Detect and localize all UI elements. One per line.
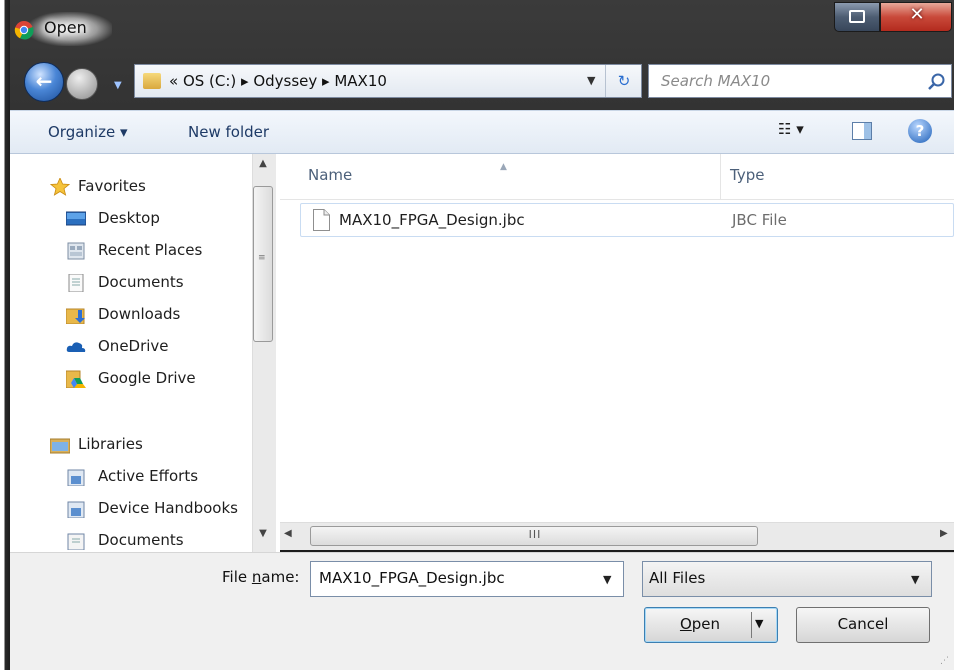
scrollbar-grip-icon: ≡ <box>258 253 266 263</box>
cloud-icon <box>66 338 86 356</box>
nav-item-label: Active Efforts <box>98 467 199 485</box>
recent-locations-dropdown[interactable]: ▼ <box>114 80 122 91</box>
back-button[interactable]: ← <box>24 62 64 102</box>
file-name-label: File name: <box>222 568 299 586</box>
command-bar: Organize ▾ New folder ☷ ▾ ? <box>10 110 954 154</box>
file-name-field[interactable]: MAX10_FPGA_Design.jbc ▼ <box>310 561 624 597</box>
scroll-up-arrow[interactable]: ▲ <box>253 158 273 178</box>
open-options-arrow[interactable]: ▼ <box>755 617 763 630</box>
file-name-label-text: File name: <box>222 568 300 586</box>
nav-item-documents[interactable]: Documents <box>10 268 250 298</box>
nav-item-label: Downloads <box>98 305 181 323</box>
nav-item-label: Google Drive <box>98 369 196 387</box>
file-icon <box>313 209 330 231</box>
nav-item-label: Device Handbooks <box>98 499 238 517</box>
help-icon[interactable]: ? <box>908 119 932 143</box>
file-type-filter[interactable]: All Files ▼ <box>642 561 932 597</box>
recent-places-icon <box>66 242 86 260</box>
address-dropdown-arrow[interactable]: ▼ <box>587 74 595 87</box>
close-button[interactable]: ✕ <box>880 2 952 32</box>
file-type: JBC File <box>732 211 787 229</box>
nav-item-downloads[interactable]: Downloads <box>10 300 250 330</box>
file-name-value[interactable]: MAX10_FPGA_Design.jbc <box>319 569 505 587</box>
navigation-pane: Favorites Desktop Recent Places Document… <box>10 154 280 554</box>
cancel-button[interactable]: Cancel <box>796 607 930 643</box>
search-icon[interactable] <box>925 71 947 93</box>
file-row[interactable]: MAX10_FPGA_Design.jbc JBC File <box>300 203 954 237</box>
desktop-icon <box>65 210 87 228</box>
organize-button[interactable]: Organize ▾ <box>48 123 128 141</box>
column-header: Name ▲ Type <box>280 154 954 200</box>
nav-item-google-drive[interactable]: Google Drive <box>10 364 250 394</box>
open-button[interactable]: Open ▼ <box>644 607 778 643</box>
file-name: MAX10_FPGA_Design.jbc <box>339 211 525 229</box>
google-drive-icon <box>65 370 86 389</box>
scrollbar-thumb[interactable] <box>253 186 273 342</box>
nav-item-recent-places[interactable]: Recent Places <box>10 236 250 266</box>
documents-icon <box>66 273 86 293</box>
views-button[interactable]: ☷ ▾ <box>778 120 804 138</box>
star-icon <box>49 176 71 196</box>
nav-item-label: Favorites <box>78 177 146 195</box>
nav-item-label: Libraries <box>78 435 143 453</box>
nav-item-label: OneDrive <box>98 337 169 355</box>
nav-item-label: Recent Places <box>98 241 203 259</box>
file-name-dropdown-arrow[interactable]: ▼ <box>603 573 611 586</box>
filter-dropdown-arrow[interactable]: ▼ <box>911 573 919 586</box>
address-bar[interactable]: « OS (C:) ▸ Odyssey ▸ MAX10 ▼ ↻ <box>134 64 642 98</box>
new-folder-button[interactable]: New folder <box>188 123 269 141</box>
column-name-header[interactable]: Name <box>308 166 352 184</box>
sort-arrow-icon: ▲ <box>500 162 507 172</box>
back-arrow-icon: ← <box>35 69 53 93</box>
restore-button[interactable] <box>834 2 880 32</box>
library-documents-icon <box>66 532 86 551</box>
horizontal-scrollbar[interactable]: ◀ III ▶ <box>280 522 954 550</box>
search-input[interactable]: Search MAX10 <box>661 72 770 90</box>
nav-item-favorites[interactable]: Favorites <box>10 172 250 202</box>
library-icon <box>66 468 86 487</box>
library-icon <box>66 500 86 519</box>
window-title: Open <box>44 18 87 37</box>
split-button-divider <box>751 612 752 638</box>
libraries-icon <box>49 436 71 454</box>
refresh-icon[interactable]: ↻ <box>605 65 642 97</box>
resize-grip-icon[interactable]: ⋰ <box>940 656 949 666</box>
window-edge <box>0 0 10 670</box>
scroll-left-arrow[interactable]: ◀ <box>284 528 292 539</box>
close-icon: ✕ <box>909 4 925 25</box>
column-type-header[interactable]: Type <box>730 166 764 184</box>
chrome-icon <box>14 20 34 40</box>
nav-item-label: Documents <box>98 531 184 549</box>
nav-item-label: Desktop <box>98 209 160 227</box>
nav-item-desktop[interactable]: Desktop <box>10 204 250 234</box>
open-button-label: Open <box>679 615 721 633</box>
scroll-right-arrow[interactable]: ▶ <box>940 528 948 539</box>
nav-item-active-efforts[interactable]: Active Efforts <box>10 462 250 492</box>
search-box[interactable]: Search MAX10 <box>648 64 952 98</box>
nav-item-library-documents[interactable]: Documents <box>10 526 250 554</box>
file-type-filter-value: All Files <box>649 569 706 587</box>
nav-item-label: Documents <box>98 273 184 291</box>
scrollbar-grip-icon: III <box>528 528 542 541</box>
nav-item-device-handbooks[interactable]: Device Handbooks <box>10 494 250 524</box>
folder-icon <box>143 73 161 89</box>
nav-item-libraries[interactable]: Libraries <box>10 430 250 460</box>
downloads-icon <box>65 306 86 325</box>
cancel-button-label: Cancel <box>837 615 889 633</box>
breadcrumb[interactable]: « OS (C:) ▸ Odyssey ▸ MAX10 <box>169 72 387 90</box>
restore-icon <box>849 10 865 23</box>
horizontal-scrollbar-thumb[interactable]: III <box>310 526 758 546</box>
scroll-down-arrow[interactable]: ▼ <box>253 528 273 548</box>
column-divider[interactable] <box>720 154 721 200</box>
preview-pane-icon[interactable] <box>852 122 872 140</box>
forward-button[interactable] <box>66 68 98 100</box>
nav-item-onedrive[interactable]: OneDrive <box>10 332 250 362</box>
